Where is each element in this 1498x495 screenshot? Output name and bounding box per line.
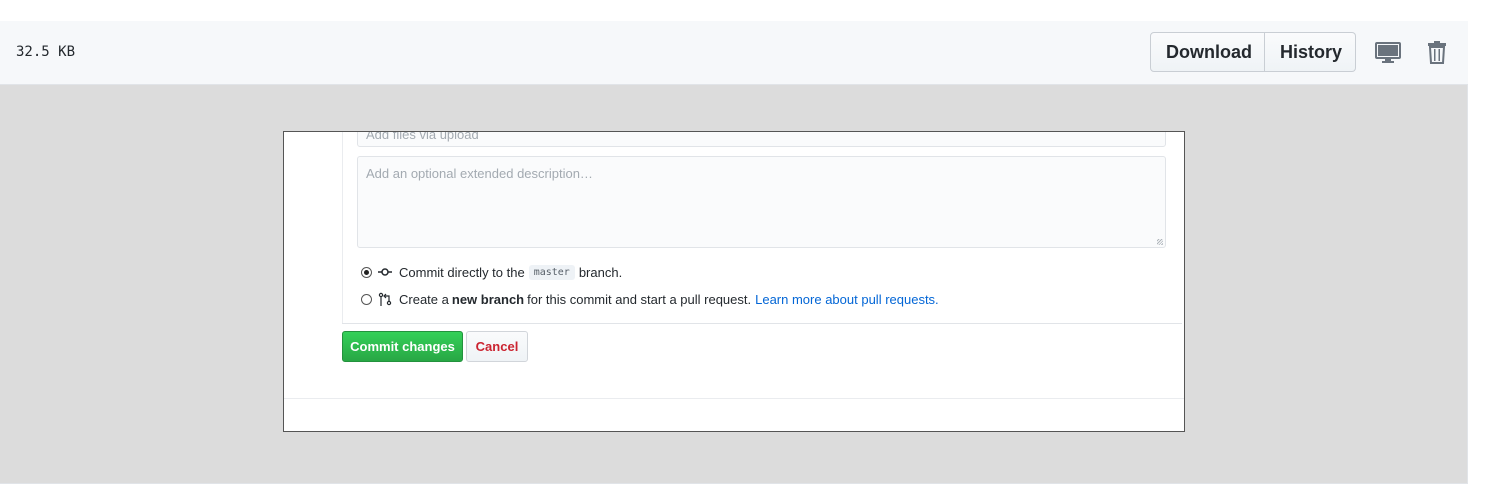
git-commit-icon	[378, 268, 392, 276]
file-actions-group: Download History	[1150, 32, 1356, 72]
section-border	[342, 132, 343, 324]
commit-summary-input[interactable]: Add files via upload	[357, 132, 1166, 147]
download-button[interactable]: Download	[1150, 32, 1265, 72]
new-branch-radio[interactable]	[361, 293, 372, 305]
commit-direct-option[interactable]: Commit directly to the master branch.	[361, 263, 622, 281]
desktop-icon[interactable]	[1375, 41, 1401, 65]
new-branch-prefix: Create a	[399, 291, 449, 307]
file-header: 32.5 KB Download History	[0, 21, 1468, 85]
trash-icon[interactable]	[1427, 40, 1447, 64]
footer-divider	[284, 398, 1184, 399]
new-branch-option[interactable]: Create a new branch for this commit and …	[361, 290, 939, 308]
file-size: 32.5 KB	[16, 44, 76, 60]
pull-request-help-link[interactable]: Learn more about pull requests.	[755, 292, 939, 307]
commit-direct-prefix: Commit directly to the	[399, 264, 525, 280]
branch-name-chip: master	[528, 264, 575, 280]
commit-direct-radio[interactable]	[361, 266, 372, 278]
commit-changes-button[interactable]: Commit changes	[342, 331, 463, 362]
file-preview: Add files via upload Add an optional ext…	[283, 131, 1185, 432]
extended-description-textarea[interactable]: Add an optional extended description…	[357, 156, 1166, 248]
section-divider	[342, 323, 1182, 324]
new-branch-bold: new branch	[451, 291, 525, 307]
new-branch-suffix: for this commit and start a pull request…	[527, 291, 752, 307]
history-button[interactable]: History	[1265, 32, 1356, 72]
description-placeholder: Add an optional extended description…	[366, 166, 593, 181]
resize-handle[interactable]	[1157, 239, 1163, 245]
cancel-button[interactable]: Cancel	[466, 331, 528, 362]
commit-direct-suffix: branch.	[578, 264, 623, 280]
git-pull-request-icon	[378, 292, 392, 306]
